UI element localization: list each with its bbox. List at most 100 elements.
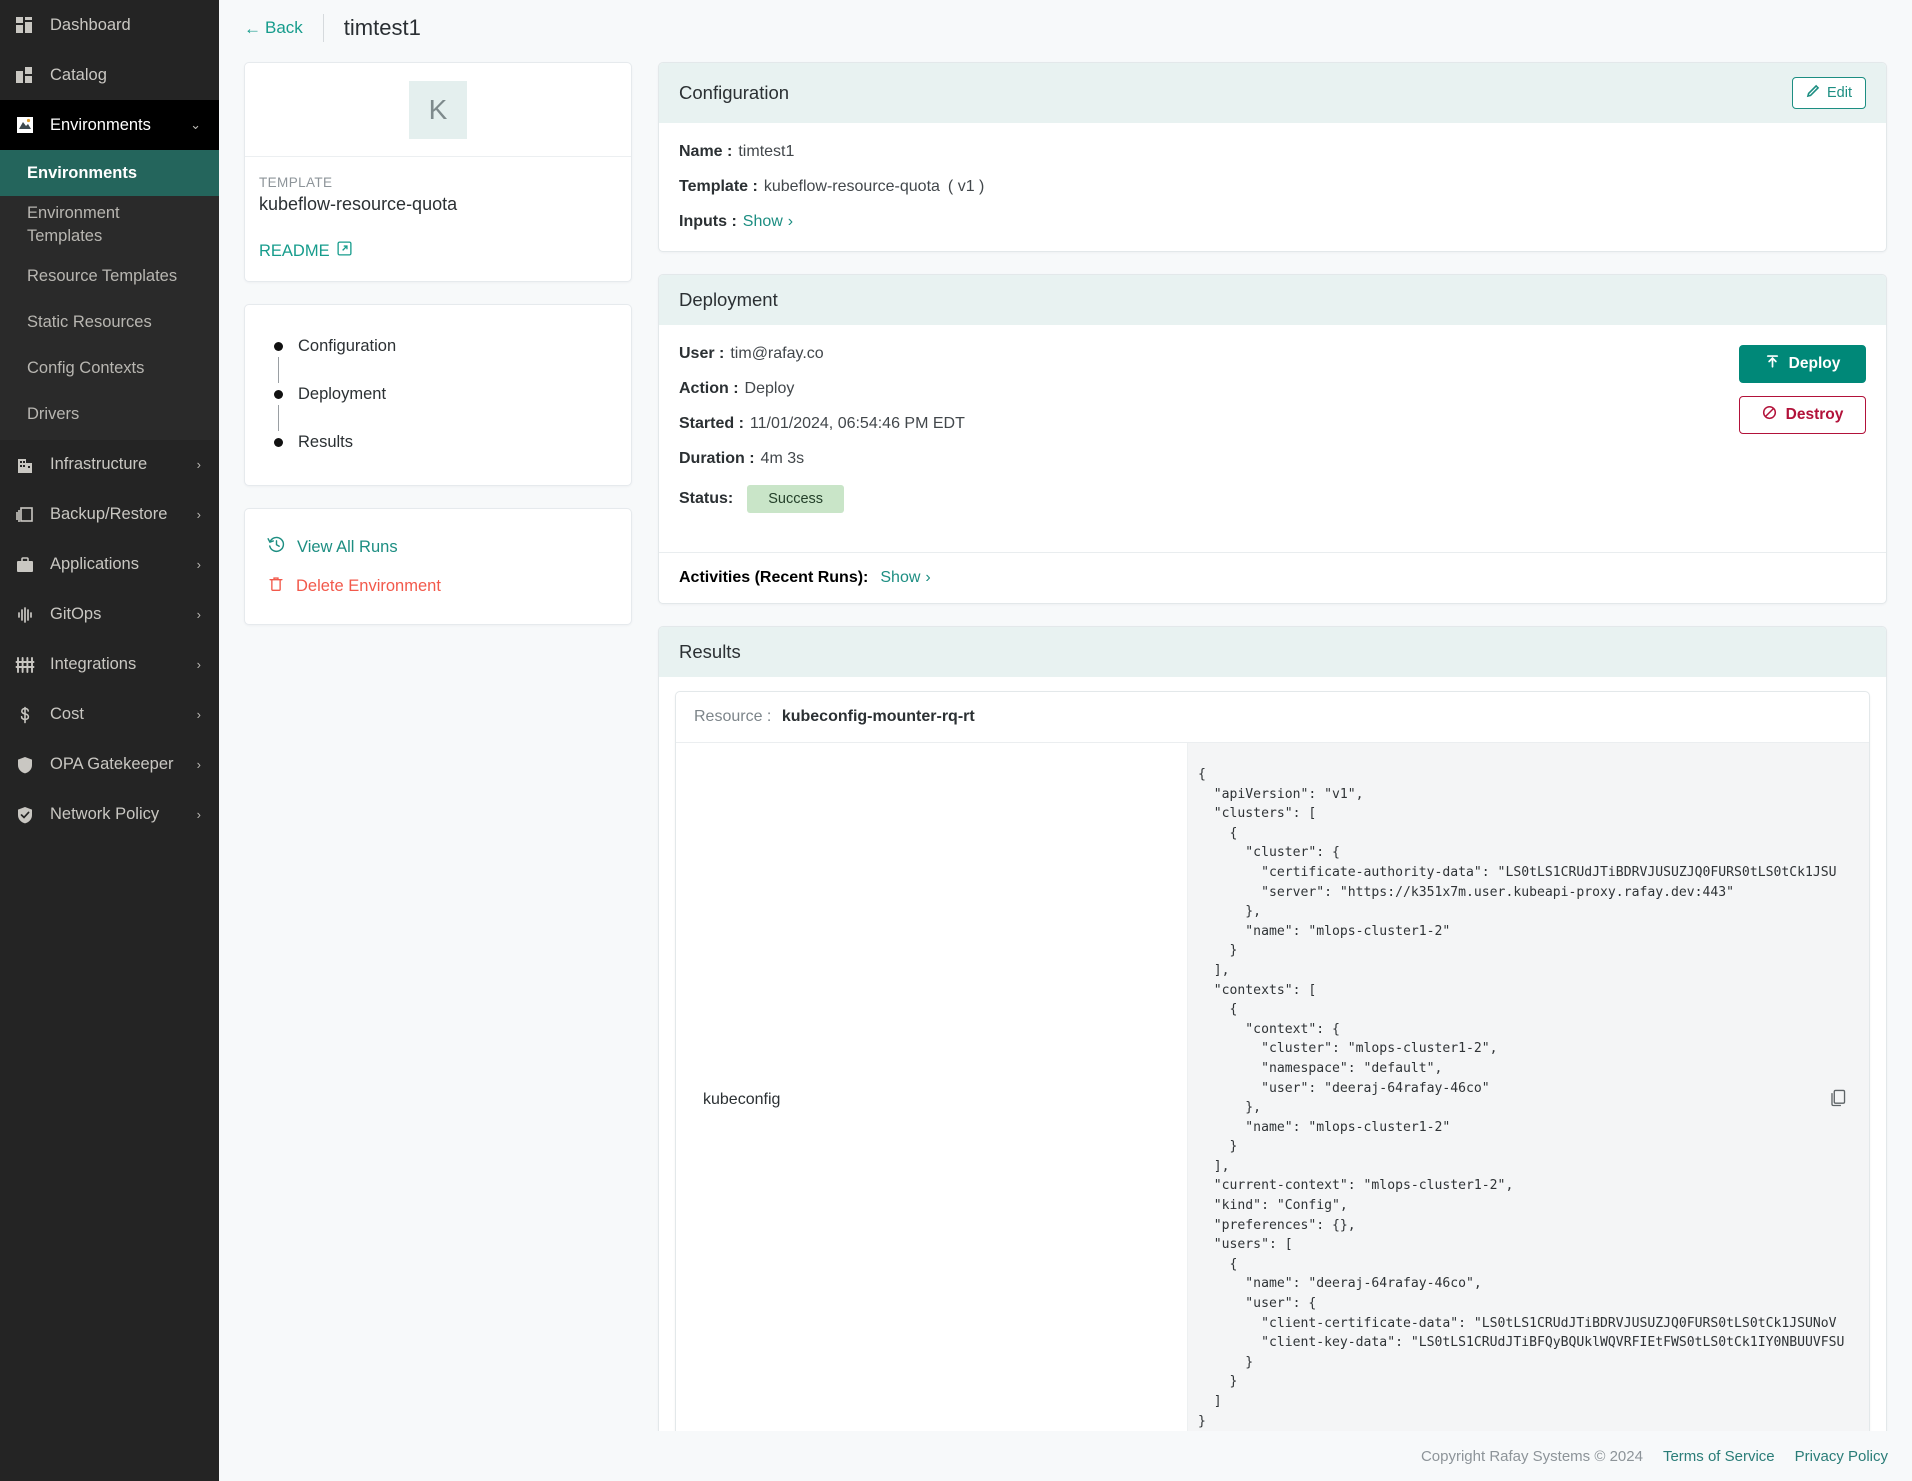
sidebar-item-opa-gatekeeper[interactable]: OPA Gatekeeper › [0,740,219,790]
sidebar-item-cost[interactable]: Cost › [0,690,219,740]
sidebar-subitem-label: Drivers [27,405,80,424]
sidebar-item-catalog[interactable]: Catalog [0,50,219,100]
deployment-started-value: 11/01/2024, 06:54:46 PM EDT [749,415,965,432]
deployment-status-row: Status: Success [679,485,1866,513]
destroy-label: Destroy [1785,406,1844,423]
sidebar-item-environments[interactable]: Environments ⌄ [0,100,219,150]
activities-show-link[interactable]: Show › [880,569,930,587]
step-label: Configuration [298,336,397,355]
config-inputs-key: Inputs : [679,213,737,230]
sidebar-item-gitops[interactable]: GitOps › [0,590,219,640]
sidebar-item-dashboard[interactable]: Dashboard [0,0,219,50]
deployment-started-key: Started : [679,415,744,432]
main-sidebar: Dashboard Catalog Environments ⌄ Environ… [0,0,219,1481]
back-button[interactable]: ← Back [244,18,303,38]
readme-link[interactable]: README [259,241,352,261]
resource-output: kubeconfig { "apiVersion": "v1", "cluste… [676,743,1869,1458]
catalog-icon [14,64,36,86]
inputs-show-label: Show [742,213,783,230]
template-label: TEMPLATE [259,175,333,190]
environment-summary-card: K TEMPLATE kubeflow-resource-quota READM… [244,62,632,282]
privacy-policy-link[interactable]: Privacy Policy [1795,1448,1888,1465]
deploy-button[interactable]: Deploy [1739,345,1866,383]
header-divider [322,14,324,42]
trash-icon [267,575,285,598]
panel-title: Configuration [679,82,790,103]
sidebar-item-label: Network Policy [50,805,160,824]
sidebar-item-label: Integrations [50,655,137,674]
config-template-row: Template : kubeflow-resource-quota ( v1 … [679,178,1866,196]
step-configuration[interactable]: Configuration [245,335,631,357]
briefcase-icon [14,554,36,576]
step-dot-icon [274,389,283,399]
pipeline-icon [14,604,36,626]
sidebar-item-resource-templates[interactable]: Resource Templates [0,254,219,300]
view-all-runs-button[interactable]: View All Runs [245,527,631,567]
deploy-label: Deploy [1788,355,1841,372]
arrow-left-icon: ← [244,18,261,38]
back-label: Back [265,18,303,37]
configuration-body: Name : timtest1 Template : kubeflow-reso… [659,123,1886,251]
steps-card: Configuration Deployment Results [244,304,632,486]
environments-icon [14,114,36,136]
results-header: Results [659,627,1886,677]
results-panel: Results Resource : kubeconfig-mounter-rq… [658,626,1887,1481]
output-key: kubeconfig [676,743,1188,1458]
left-column: K TEMPLATE kubeflow-resource-quota READM… [244,62,632,1481]
sidebar-item-backup-restore[interactable]: Backup/Restore › [0,490,219,540]
sidebar-item-integrations[interactable]: Integrations › [0,640,219,690]
sidebar-item-network-policy[interactable]: Network Policy › [0,790,219,840]
sidebar-item-label: Cost [50,705,84,724]
sidebar-subitem-label: Resource Templates [27,267,178,286]
sidebar-item-config-contexts[interactable]: Config Contexts [0,346,219,392]
sidebar-item-applications[interactable]: Applications › [0,540,219,590]
step-results[interactable]: Results [245,431,631,453]
step-dot-icon [274,437,283,447]
edit-button[interactable]: Edit [1792,77,1866,109]
sidebar-subitem-label: Environment Templates [27,204,120,245]
destroy-button[interactable]: Destroy [1739,396,1866,434]
step-deployment[interactable]: Deployment [245,383,631,405]
dollar-icon [14,704,36,726]
sidebar-item-label: GitOps [50,605,102,624]
copy-stack-icon [14,504,36,526]
steps-list: Configuration Deployment Results [245,305,631,485]
shield-check-icon [14,804,36,826]
chevron-down-icon: ⌄ [190,117,201,132]
history-icon [267,535,286,559]
chevron-right-icon: › [196,657,201,673]
step-dot-icon [274,341,283,351]
main-content: ← Back timtest1 K TEMPLATE kubeflow-reso… [219,0,1912,1481]
action-label: Delete Environment [296,577,441,595]
copyright-text: Copyright Rafay Systems © 2024 [1420,1447,1643,1465]
sidebar-item-infrastructure[interactable]: Infrastructure › [0,440,219,490]
chevron-right-icon: › [196,607,201,623]
building-icon [14,454,36,476]
panel-title: Deployment [679,289,778,310]
block-icon [1762,405,1777,425]
activities-key: Activities (Recent Runs): [679,569,869,586]
content-area: K TEMPLATE kubeflow-resource-quota READM… [219,56,1912,1481]
resource-name: kubeconfig-mounter-rq-rt [781,708,975,725]
chevron-right-icon: › [787,213,794,230]
deployment-started-row: Started : 11/01/2024, 06:54:46 PM EDT [679,415,1866,433]
sidebar-item-drivers[interactable]: Drivers [0,392,219,438]
chevron-right-icon: › [196,757,201,773]
sidebar-item-label: Backup/Restore [50,505,168,524]
readme-label: README [259,241,330,260]
sidebar-item-environment-templates[interactable]: Environment Templates [0,196,219,254]
sidebar-item-static-resources[interactable]: Static Resources [0,300,219,346]
copy-icon[interactable] [1828,1088,1847,1112]
inputs-show-link[interactable]: Show › [743,213,793,231]
deployment-actions: Deploy Destroy [1739,345,1866,434]
config-template-key: Template : [679,178,758,195]
shield-icon [14,754,36,776]
step-connector [278,357,279,383]
activities-row: Activities (Recent Runs): Show › [659,553,1886,603]
app-root: Dashboard Catalog Environments ⌄ Environ… [0,0,1912,1481]
terms-of-service-link[interactable]: Terms of Service [1663,1448,1775,1465]
sidebar-subitem-label: Static Resources [27,313,152,332]
right-column: Configuration Edit Name : timtest1 Templ… [658,62,1887,1481]
delete-environment-button[interactable]: Delete Environment [245,567,631,606]
sidebar-item-environments-sub[interactable]: Environments [0,150,219,196]
